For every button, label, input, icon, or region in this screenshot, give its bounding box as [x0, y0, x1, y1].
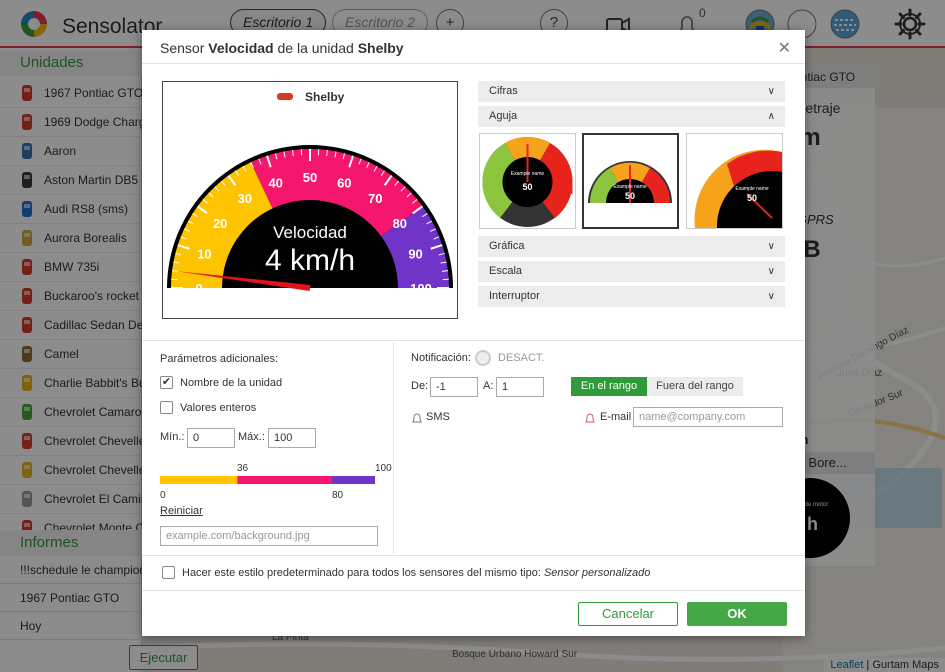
accordion-interruptor[interactable]: Interruptor ∨ — [478, 286, 785, 307]
default-style-label: Hacer este estilo predeterminado para to… — [182, 567, 541, 579]
gauge-tick-label: 80 — [393, 216, 407, 231]
gauge-tick-label: 30 — [238, 191, 252, 206]
accordion-cifras-label: Cifras — [489, 85, 518, 97]
to-label: A: — [483, 380, 494, 392]
unit-name-label: Nombre de la unidad — [180, 377, 283, 389]
accordion-escala[interactable]: Escala ∨ — [478, 261, 785, 282]
thumb2-caption: Example name — [613, 184, 647, 190]
notification-label: Notificación: — [411, 352, 471, 364]
min-label: Mín.: — [160, 431, 185, 443]
chevron-down-icon: ∨ — [767, 291, 775, 302]
gauge-tick-label: 0 — [195, 281, 202, 296]
needle-style-option-1[interactable]: Example name 50 — [479, 133, 576, 229]
sms-bell-icon — [412, 413, 422, 423]
title-prefix: Sensor — [160, 40, 205, 56]
gauge-preview: 0 10 20 30 40 50 60 70 80 90 100 Velocidad 4 km/h She… — [162, 81, 458, 319]
thumb3-value: 50 — [747, 193, 757, 203]
thumb1-value: 50 — [522, 182, 532, 192]
needle-style-option-2[interactable]: Example name 50 — [582, 133, 679, 229]
params-heading: Parámetros adicionales: — [160, 353, 279, 365]
background-url-input[interactable] — [160, 526, 378, 546]
red-car-icon — [277, 93, 293, 100]
range-mark-80: 80 — [332, 490, 344, 501]
needle-style-2-svg: Example name 50 — [588, 161, 672, 203]
range-segment-0[interactable] — [160, 476, 238, 484]
needle-style-3-svg: Example name 50 — [694, 149, 782, 228]
accordion-aguja[interactable]: Aguja ∧ — [478, 106, 785, 127]
in-range-toggle[interactable]: En el rango — [571, 377, 647, 396]
from-input[interactable] — [430, 377, 478, 397]
thumb3-caption: Example name — [735, 186, 769, 192]
email-label[interactable]: E-mail — [600, 411, 631, 423]
notification-state: DESACT. — [498, 352, 545, 364]
gauge-tick-label: 70 — [368, 191, 382, 206]
accordion-aguja-label: Aguja — [489, 110, 518, 122]
email-input[interactable] — [633, 407, 783, 427]
range-color-bar[interactable] — [160, 476, 375, 484]
integer-values-checkbox[interactable] — [160, 401, 173, 414]
accordion-interruptor-label: Interruptor — [489, 290, 540, 302]
default-style-text: Hacer este estilo predeterminado para to… — [182, 567, 650, 579]
thumb1-caption: Example name — [511, 171, 545, 177]
default-style-checkbox[interactable] — [162, 566, 175, 579]
needle-style-option-3[interactable]: Example name 50 — [686, 133, 783, 229]
accordion-grafica-label: Gráfica — [489, 240, 525, 252]
sms-label[interactable]: SMS — [426, 411, 450, 423]
email-bell-icon — [585, 413, 595, 423]
divider-footer — [142, 590, 805, 591]
max-label: Máx.: — [238, 431, 265, 443]
gauge-svg: 0 10 20 30 40 50 60 70 80 90 100 Velocidad 4 km/h She… — [167, 90, 453, 296]
gauge-sensor-label: Velocidad — [273, 223, 347, 242]
range-mark-36: 36 — [237, 463, 249, 474]
chevron-down-icon: ∨ — [767, 241, 775, 252]
reset-link[interactable]: Reiniciar — [160, 505, 203, 517]
gauge-tick-label: 40 — [268, 175, 282, 190]
range-segment-2[interactable] — [332, 476, 375, 484]
divider-bottom — [142, 555, 805, 556]
cancel-button[interactable]: Cancelar — [578, 602, 678, 626]
to-input[interactable] — [496, 377, 544, 397]
app-root: Sensolator Escritorio 1 Escritorio 2 + ?… — [0, 0, 945, 672]
default-style-type: Sensor personalizado — [543, 567, 651, 579]
from-label: De: — [411, 380, 429, 392]
unit-name-checkbox[interactable]: ✔ — [160, 376, 173, 389]
thumb2-value: 50 — [625, 191, 635, 201]
title-unit: Shelby — [357, 40, 404, 56]
title-middle: de la unidad — [277, 40, 354, 56]
gauge-tick-label: 90 — [408, 247, 422, 262]
max-input[interactable] — [268, 428, 316, 448]
divider-vertical — [393, 342, 394, 554]
gauge-tick-label: 100 — [410, 281, 432, 296]
notification-toggle[interactable] — [475, 350, 491, 366]
gauge-value-text: 4 km/h — [265, 244, 355, 277]
accordion-cifras[interactable]: Cifras ∨ — [478, 81, 785, 102]
gauge-tick-label: 10 — [197, 247, 211, 262]
range-segment-1[interactable] — [237, 476, 332, 484]
gauge-tick-label: 50 — [303, 170, 317, 185]
title-sensor: Velocidad — [208, 40, 274, 56]
chevron-up-icon: ∧ — [767, 111, 775, 122]
accordion-grafica[interactable]: Gráfica ∨ — [478, 236, 785, 257]
gauge-tick-label: 60 — [337, 175, 351, 190]
range-mark-0: 0 — [160, 490, 166, 501]
out-range-toggle[interactable]: Fuera del rango — [647, 377, 743, 396]
gauge-unit-name: Shelby — [305, 90, 345, 104]
needle-style-1-svg: Example name 50 — [482, 136, 573, 227]
sensor-dialog: Sensor Velocidad de la unidad Shelby ✕ 0… — [142, 30, 805, 636]
gauge-tick-label: 20 — [213, 216, 227, 231]
divider-top — [142, 340, 805, 341]
dialog-header: Sensor Velocidad de la unidad Shelby ✕ — [142, 30, 805, 64]
accordion-escala-label: Escala — [489, 265, 523, 277]
integer-values-label: Valores enteros — [180, 402, 257, 414]
dialog-title: Sensor Velocidad de la unidad Shelby — [160, 40, 404, 56]
range-mark-100: 100 — [375, 463, 392, 474]
ok-button[interactable]: OK — [687, 602, 787, 626]
chevron-down-icon: ∨ — [767, 86, 775, 97]
close-icon[interactable]: ✕ — [778, 38, 791, 58]
chevron-down-icon: ∨ — [767, 266, 775, 277]
min-input[interactable] — [187, 428, 235, 448]
